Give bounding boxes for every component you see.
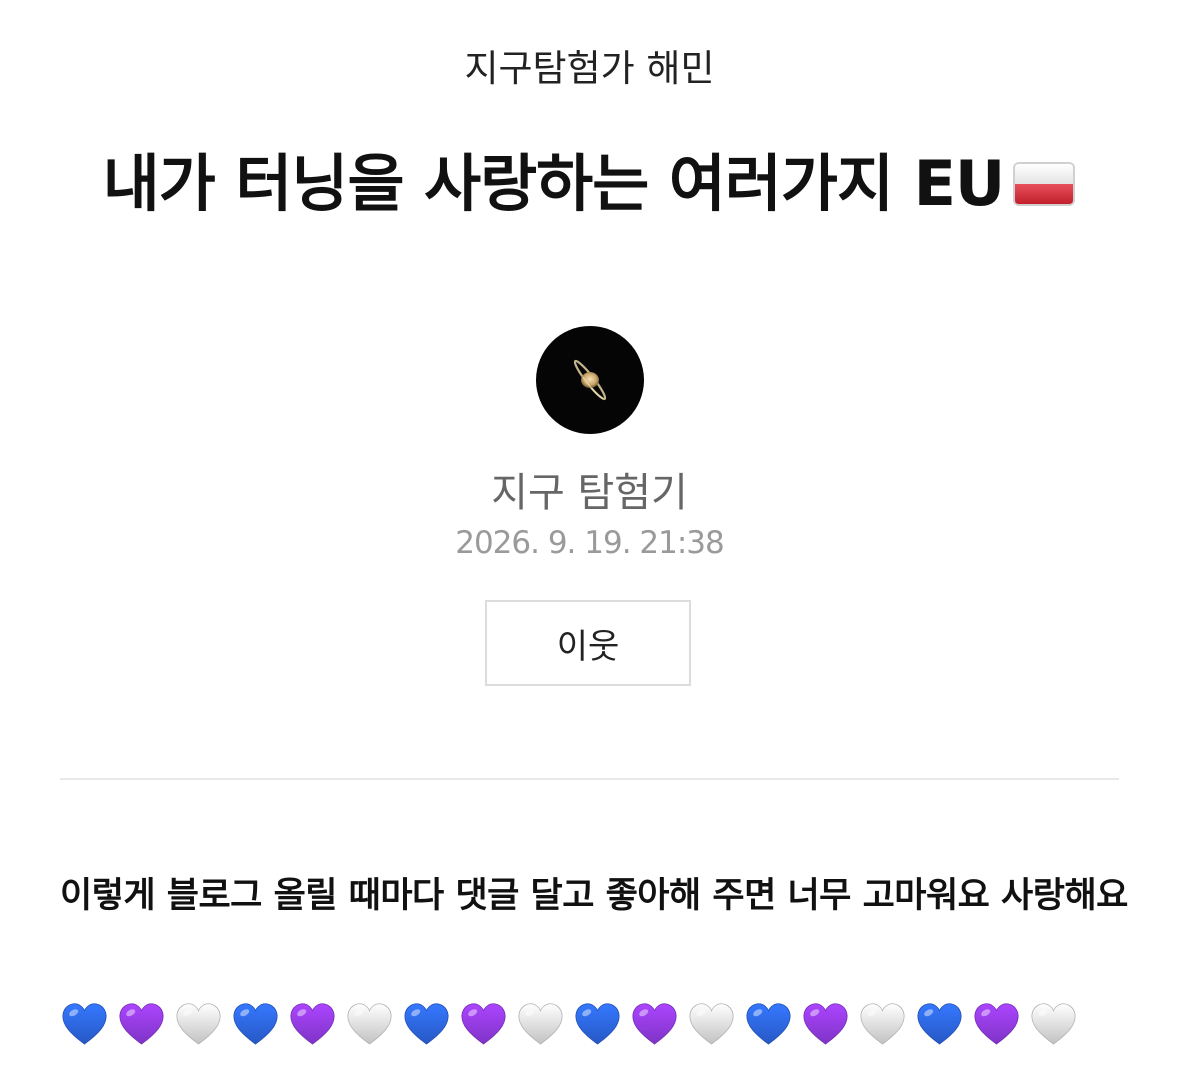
post-title: 내가 터닝을 사랑하는 여러가지 EU (0, 142, 1179, 226)
purple-heart-icon (974, 1003, 1019, 1045)
white-heart-icon (518, 1003, 563, 1045)
white-heart-icon (1031, 1003, 1076, 1045)
purple-heart-icon (632, 1003, 677, 1045)
purple-heart-icon (461, 1003, 506, 1045)
post-date: 2026. 9. 19. 21:38 (455, 525, 725, 561)
purple-heart-icon (119, 1003, 164, 1045)
white-heart-icon (689, 1003, 734, 1045)
blue-heart-icon (575, 1003, 620, 1045)
white-heart-icon (176, 1003, 221, 1045)
blog-category-link[interactable]: 지구탐험가 해민 (0, 38, 1179, 92)
blue-heart-icon (746, 1003, 791, 1045)
blue-heart-icon (404, 1003, 449, 1045)
white-heart-icon (347, 1003, 392, 1045)
blue-heart-icon (62, 1003, 107, 1045)
divider (60, 778, 1119, 780)
blue-heart-icon (233, 1003, 278, 1045)
author-avatar[interactable] (536, 326, 644, 434)
author-name[interactable]: 지구 탐험기 (0, 460, 1179, 518)
add-neighbor-button[interactable]: 이웃 (485, 600, 691, 686)
post-title-text: 내가 터닝을 사랑하는 여러가지 EU (102, 147, 1006, 220)
blue-heart-icon (917, 1003, 962, 1045)
poland-flag-emoji (1013, 161, 1076, 206)
hearts-row (60, 1000, 1140, 1060)
purple-heart-icon (290, 1003, 335, 1045)
post-body-text: 이렇게 블로그 올릴 때마다 댓글 달고 좋아해 주면 너무 고마워요 사랑해요 (60, 876, 1128, 916)
white-heart-icon (860, 1003, 905, 1045)
purple-heart-icon (803, 1003, 848, 1045)
saturn-avatar (573, 359, 607, 401)
